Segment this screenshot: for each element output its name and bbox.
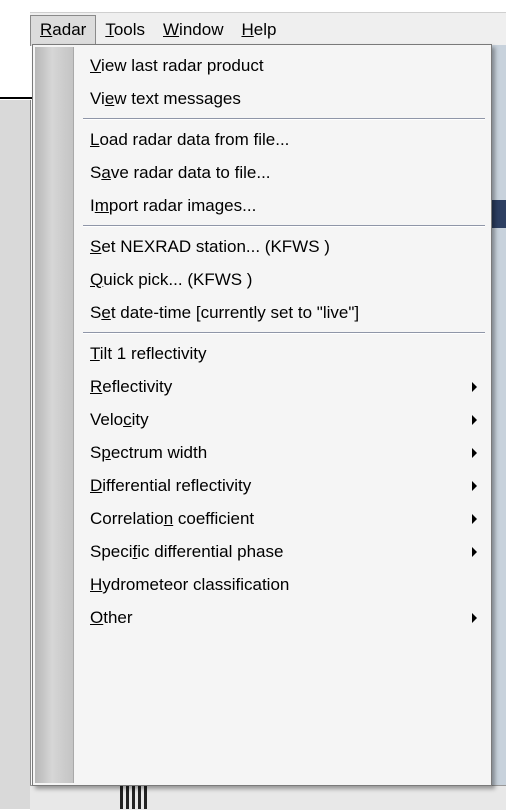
- submenu-arrow-icon: [472, 547, 477, 557]
- accelerator-key: a: [101, 163, 111, 182]
- accelerator-key: T: [105, 19, 114, 39]
- menu-item-load-radar-data-from-file[interactable]: Load radar data from file...: [33, 123, 491, 156]
- menu-separator: [33, 222, 491, 230]
- menu-item-label-part: ifferential reflectivity: [102, 476, 252, 495]
- accelerator-key: V: [90, 56, 102, 75]
- menu-item-view-text-messages[interactable]: View text messages: [33, 82, 491, 115]
- menubar-help[interactable]: Help: [232, 16, 285, 44]
- menu-item-label-part: ic differential phase: [137, 542, 284, 561]
- accelerator-key: W: [163, 19, 180, 39]
- menu-separator: [33, 115, 491, 123]
- menu-separator: [33, 329, 491, 337]
- background-divider: [0, 97, 34, 99]
- menu-item-set-date-time-currently-set-to-live[interactable]: Set date-time [currently set to "live"]: [33, 296, 491, 329]
- menu-item-reflectivity[interactable]: Reflectivity: [33, 370, 491, 403]
- menu-item-label-part: Correlatio: [90, 509, 164, 528]
- menu-item-import-radar-images[interactable]: Import radar images...: [33, 189, 491, 222]
- menu-item-set-nexrad-station-kfws[interactable]: Set NEXRAD station... (KFWS ): [33, 230, 491, 263]
- submenu-arrow-icon: [472, 415, 477, 425]
- menu-item-hydrometeor-classification[interactable]: Hydrometeor classification: [33, 568, 491, 601]
- submenu-arrow-icon: [472, 613, 477, 623]
- menu-item-label-part: Speci: [90, 542, 133, 561]
- menubar-label-part: indow: [179, 19, 224, 39]
- accelerator-key: Q: [90, 270, 104, 289]
- radar-menu-list: View last radar product View text message…: [33, 49, 491, 634]
- accelerator-key: n: [163, 509, 174, 528]
- menu-item-label-part: coefficient: [173, 509, 255, 528]
- menu-item-save-radar-data-to-file[interactable]: Save radar data to file...: [33, 156, 491, 189]
- menubar-radar[interactable]: Radar: [30, 14, 97, 46]
- menu-item-label-part: uick pick... (KFWS ): [103, 270, 253, 289]
- submenu-arrow-icon: [472, 481, 477, 491]
- accelerator-key: S: [90, 237, 102, 256]
- menu-item-label-part: S: [90, 163, 102, 182]
- accelerator-key: e: [104, 89, 115, 108]
- menu-item-differential-reflectivity[interactable]: Differential reflectivity: [33, 469, 491, 502]
- menu-item-label-part: port radar images...: [108, 196, 257, 215]
- menu-item-label-part: S: [90, 303, 102, 322]
- menu-item-view-last-radar-product[interactable]: View last radar product: [33, 49, 491, 82]
- accelerator-key: p: [101, 443, 111, 462]
- menu-item-label-part: iew last radar product: [101, 56, 264, 75]
- menu-item-label-part: ve radar data to file...: [110, 163, 271, 182]
- menu-item-quick-pick-kfws[interactable]: Quick pick... (KFWS ): [33, 263, 491, 296]
- background-left-panel: [0, 100, 31, 809]
- accelerator-key: H: [241, 19, 254, 39]
- menu-item-label-part: oad radar data from file...: [99, 130, 290, 149]
- menu-item-label-part: t date-time [currently set to "live"]: [110, 303, 360, 322]
- menubar-tools[interactable]: Tools: [96, 16, 154, 44]
- radar-menu-dropdown: View last radar product View text message…: [32, 44, 492, 786]
- menu-item-label-part: S: [90, 443, 102, 462]
- menu-item-label-part: et NEXRAD station... (KFWS ): [101, 237, 330, 256]
- accelerator-key: R: [90, 377, 103, 396]
- submenu-arrow-icon: [472, 382, 477, 392]
- menu-item-spectrum-width[interactable]: Spectrum width: [33, 436, 491, 469]
- accelerator-key: R: [40, 19, 53, 39]
- menu-item-label-part: eflectivity: [102, 377, 173, 396]
- menu-item-label-part: ectrum width: [110, 443, 208, 462]
- accelerator-key: H: [90, 575, 103, 594]
- menu-item-tilt-1-reflectivity[interactable]: Tilt 1 reflectivity: [33, 337, 491, 370]
- accelerator-key: T: [90, 344, 100, 363]
- menubar-label-part: elp: [253, 19, 277, 39]
- menu-item-label-part: ydrometeor classification: [102, 575, 290, 594]
- menubar-label-part: ools: [113, 19, 145, 39]
- menubar-label-part: adar: [52, 19, 87, 39]
- submenu-arrow-icon: [472, 514, 477, 524]
- menu-item-label-part: ther: [103, 608, 133, 627]
- background-status-strip: [30, 785, 506, 810]
- menu-item-velocity[interactable]: Velocity: [33, 403, 491, 436]
- menu-item-other[interactable]: Other: [33, 601, 491, 634]
- background-toolbar-fragment: [120, 786, 150, 809]
- menu-item-label-part: Velo: [90, 410, 124, 429]
- accelerator-key: c: [123, 410, 132, 429]
- submenu-arrow-icon: [472, 448, 477, 458]
- menu-item-label-part: w text messages: [114, 89, 241, 108]
- accelerator-key: e: [101, 303, 111, 322]
- menu-item-correlation-coefficient[interactable]: Correlation coefficient: [33, 502, 491, 535]
- menu-item-specific-differential-phase[interactable]: Specific differential phase: [33, 535, 491, 568]
- menubar-window[interactable]: Window: [154, 16, 232, 44]
- accelerator-key: m: [94, 196, 109, 215]
- accelerator-key: O: [90, 608, 104, 627]
- menu-bar: Radar Tools Window Help: [30, 12, 506, 46]
- menu-item-label-part: ity: [131, 410, 149, 429]
- menu-item-label-part: ilt 1 reflectivity: [99, 344, 207, 363]
- menu-item-label-part: Vi: [90, 89, 105, 108]
- accelerator-key: D: [90, 476, 103, 495]
